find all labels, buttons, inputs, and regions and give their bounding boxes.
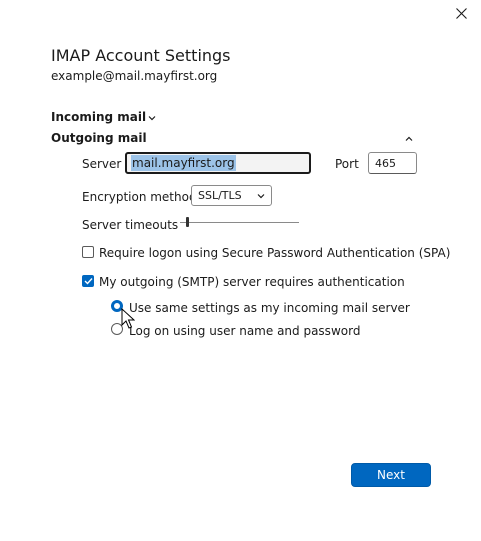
server-timeouts-slider[interactable]	[180, 222, 299, 223]
close-icon	[455, 7, 467, 19]
chevron-up-icon	[405, 136, 413, 141]
smtp-auth-checkbox[interactable]	[82, 275, 94, 287]
outgoing-collapse-button[interactable]	[404, 132, 420, 146]
encryption-select[interactable]: SSL/TLS	[191, 185, 272, 206]
incoming-mail-toggle[interactable]: Incoming mail	[51, 110, 156, 124]
server-value: mail.mayfirst.org	[131, 155, 236, 171]
encryption-label: Encryption method	[82, 190, 197, 204]
spa-label: Require logon using Secure Password Auth…	[99, 246, 451, 260]
checkmark-icon	[84, 278, 93, 285]
logon-label: Log on using user name and password	[129, 324, 361, 338]
next-button[interactable]: Next	[351, 463, 431, 487]
port-value: 465	[375, 156, 396, 170]
server-timeouts-slider-thumb[interactable]	[186, 217, 190, 227]
server-input[interactable]: mail.mayfirst.org	[125, 152, 311, 174]
same-settings-label: Use same settings as my incoming mail se…	[129, 301, 410, 315]
mouse-pointer-icon	[121, 308, 135, 329]
account-email: example@mail.mayfirst.org	[51, 69, 218, 83]
server-timeouts-label: Server timeouts	[82, 218, 179, 232]
outgoing-mail-label: Outgoing mail	[51, 131, 147, 145]
server-label: Server	[82, 157, 122, 171]
chevron-down-icon	[148, 115, 156, 120]
port-label: Port	[335, 157, 359, 171]
spa-checkbox[interactable]	[82, 246, 94, 258]
next-button-label: Next	[377, 468, 405, 482]
port-input[interactable]: 465	[368, 152, 417, 174]
incoming-mail-label: Incoming mail	[51, 110, 147, 124]
smtp-auth-label: My outgoing (SMTP) server requires authe…	[99, 275, 405, 289]
close-button[interactable]	[450, 2, 472, 24]
encryption-value: SSL/TLS	[198, 189, 242, 202]
chevron-down-icon	[257, 193, 265, 198]
outgoing-mail-header[interactable]: Outgoing mail	[51, 131, 147, 145]
dialog-title: IMAP Account Settings	[51, 46, 231, 65]
